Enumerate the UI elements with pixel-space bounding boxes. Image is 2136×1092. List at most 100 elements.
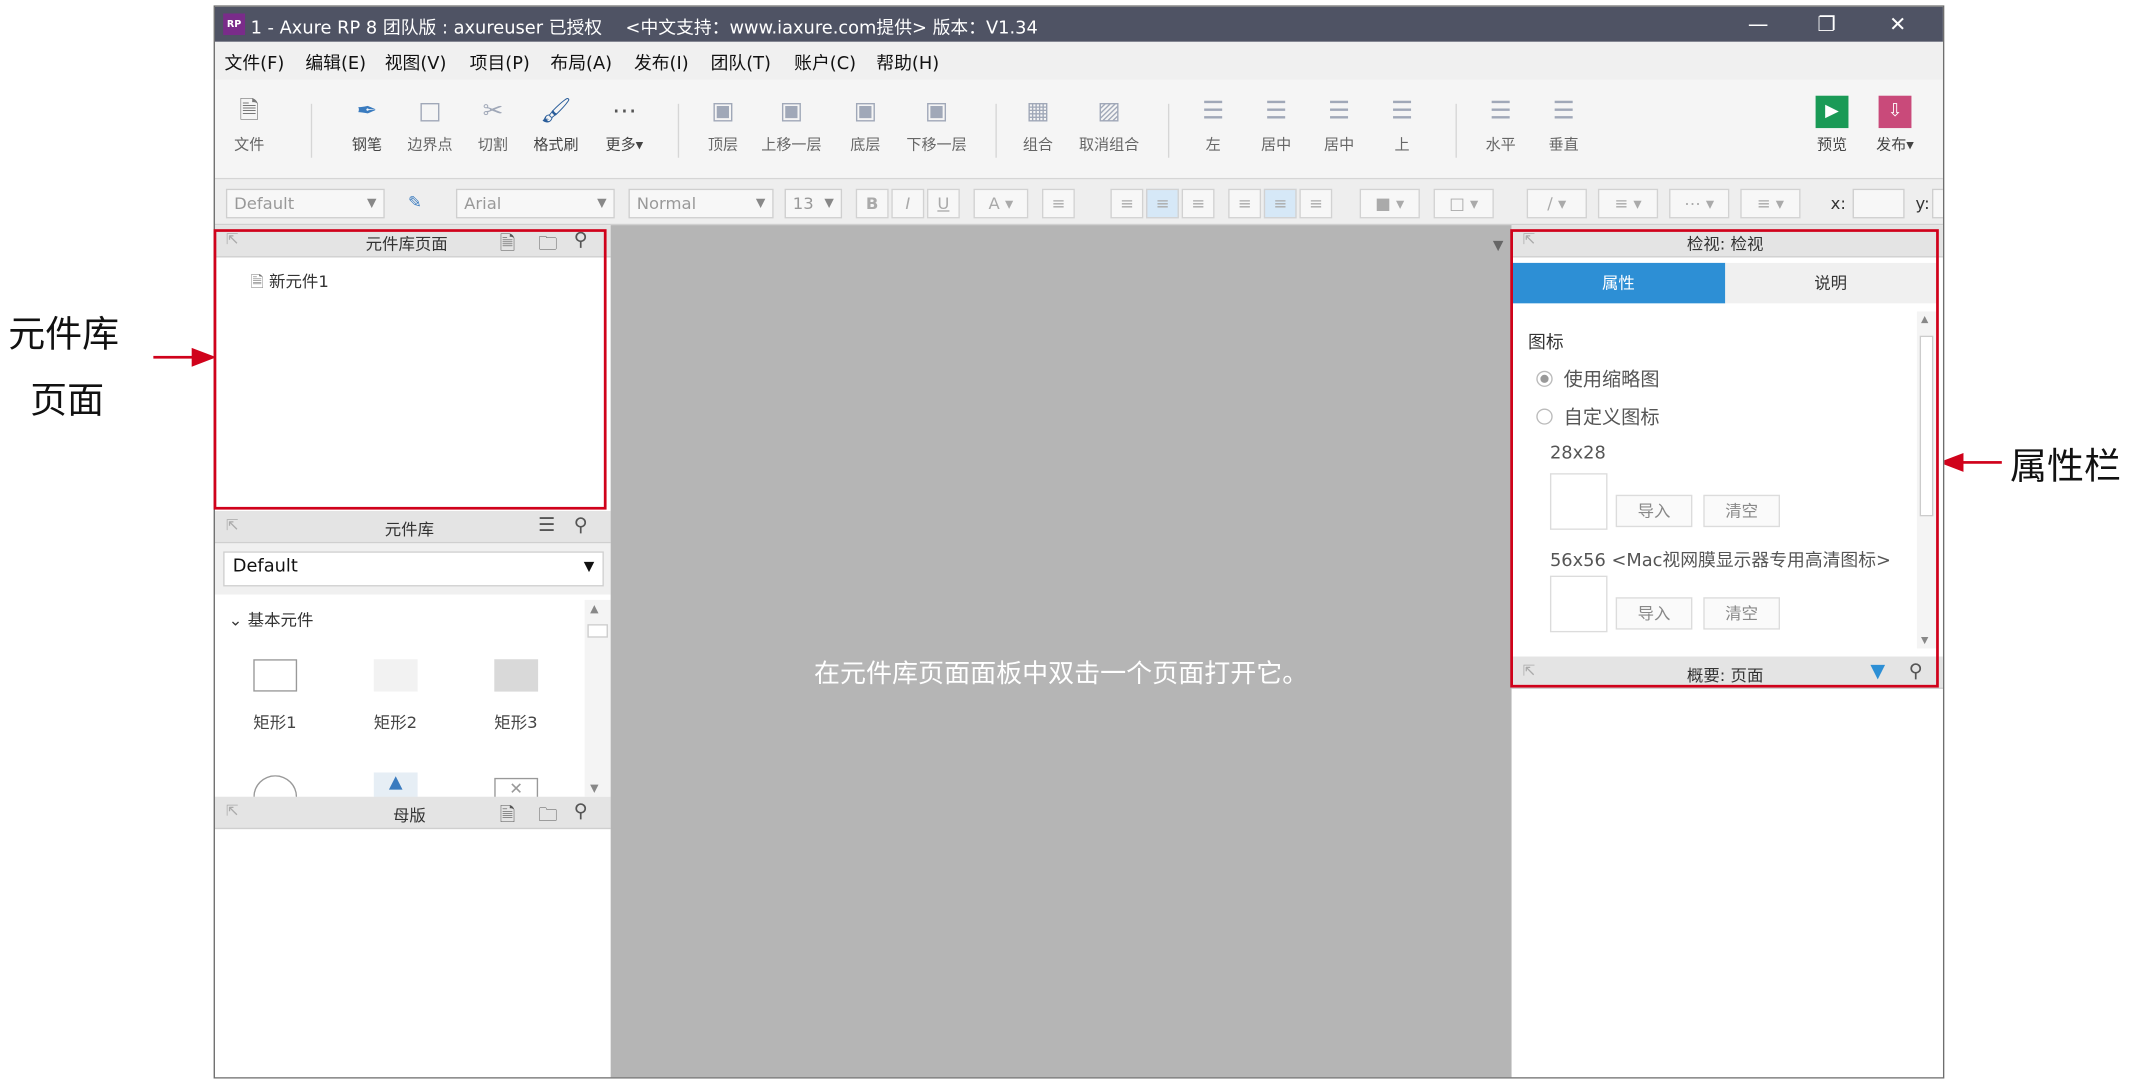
font-color-button[interactable]: A ▾ xyxy=(973,188,1029,219)
library-panel-title: 元件库 xyxy=(384,520,435,540)
restore-icon[interactable]: ❐ xyxy=(1795,8,1858,40)
widget-label: 矩形1 xyxy=(253,713,297,733)
line-width-button[interactable]: ≡ ▾ xyxy=(1597,188,1659,219)
toolbar-separator xyxy=(1455,103,1457,158)
font-weight-select[interactable]: Normal ▼ xyxy=(628,188,774,219)
align-middle-icon: ☰ xyxy=(1328,97,1351,126)
minimize-icon[interactable]: — xyxy=(1727,8,1790,40)
ungroup-icon: ▨ xyxy=(1097,97,1121,126)
x-input[interactable] xyxy=(1852,188,1905,219)
canvas-dropdown-icon[interactable]: ▼ xyxy=(1493,239,1504,254)
menu-lines-icon[interactable]: ☰ xyxy=(538,515,555,537)
bounds-button[interactable]: □ 边界点 xyxy=(398,96,461,177)
annotation-library-pages-line2: 页面 xyxy=(30,380,105,422)
highlight-inspector xyxy=(1510,229,1939,688)
shadow-button[interactable]: □ ▾ xyxy=(1433,188,1494,219)
bold-button[interactable]: B xyxy=(855,188,889,219)
widget-rectangle1[interactable] xyxy=(253,659,298,692)
canvas-empty-message: 在元件库页面面板中双击一个页面打开它。 xyxy=(813,659,1309,689)
title-bar: RP 1 - Axure RP 8 团队版 : axureuser 已授权 <中… xyxy=(214,6,1943,42)
bullet-list-button[interactable]: ≡ xyxy=(1041,188,1075,219)
bring-to-front-button[interactable]: ▣ 顶层 xyxy=(691,96,754,177)
x-label: x: xyxy=(1830,194,1846,214)
add-master-icon[interactable]: 🗎 xyxy=(500,801,515,833)
bring-front-icon: ▣ xyxy=(711,97,735,126)
align-left-button[interactable]: ☰ 左 xyxy=(1182,96,1245,177)
align-middle-button[interactable]: ☰ 居中 xyxy=(1308,96,1371,177)
bring-forward-icon: ▣ xyxy=(779,97,804,126)
menu-view[interactable]: 视图(V) xyxy=(385,49,447,74)
style-select[interactable]: Default ▼ xyxy=(225,188,385,219)
valign-bottom-button[interactable]: ≡ xyxy=(1299,188,1333,219)
align-text-right-button[interactable]: ≡ xyxy=(1181,188,1215,219)
undock-icon[interactable]: ⇱ xyxy=(226,516,239,534)
annotation-properties: 属性栏 xyxy=(2010,446,2121,489)
publish-button[interactable]: ⇩ 发布▾ xyxy=(1864,95,1927,177)
masters-panel-title: 母版 xyxy=(392,806,426,826)
italic-button[interactable]: I xyxy=(891,188,925,219)
menu-bar: 文件(F) 编辑(E) 视图(V) 项目(P) 布局(A) 发布(I) 团队(T… xyxy=(214,41,1943,80)
add-folder-icon[interactable]: 🗀 xyxy=(538,801,557,833)
y-input[interactable] xyxy=(1931,188,1943,219)
menu-publish[interactable]: 发布(I) xyxy=(634,49,689,74)
cut-button[interactable]: ✂ 切割 xyxy=(461,96,524,177)
menu-help[interactable]: 帮助(H) xyxy=(876,49,939,74)
distribute-vertical-button[interactable]: ☰ 垂直 xyxy=(1532,96,1595,177)
more-button[interactable]: ⋯ 更多▾ xyxy=(593,96,656,177)
menu-team[interactable]: 团队(T) xyxy=(711,49,771,74)
brush-icon: 🖌 xyxy=(540,97,572,126)
menu-layout[interactable]: 布局(A) xyxy=(550,49,612,74)
widget-group-header[interactable]: ⌄ 基本元件 xyxy=(229,608,314,631)
menu-edit[interactable]: 编辑(E) xyxy=(305,49,366,74)
library-scrollbar[interactable]: ▲ ▼ xyxy=(584,599,611,797)
font-size-select[interactable]: 13 ▼ xyxy=(784,188,843,219)
style-edit-icon[interactable]: ✎ xyxy=(398,189,431,219)
app-icon: RP xyxy=(223,13,246,36)
undock-icon[interactable]: ⇱ xyxy=(226,802,239,820)
align-text-center-button[interactable]: ≡ xyxy=(1146,188,1179,219)
bring-forward-button[interactable]: ▣ 上移一层 xyxy=(760,96,823,177)
arrow-style-button[interactable]: ≡ ▾ xyxy=(1740,188,1801,219)
toolbar-separator xyxy=(677,103,680,158)
preview-button[interactable]: ▶ 预览 xyxy=(1801,95,1864,177)
file-button[interactable]: 🗎 文件 xyxy=(218,96,281,177)
cut-icon: ✂ xyxy=(482,97,504,126)
widget-rectangle2[interactable] xyxy=(373,659,418,692)
align-center-button[interactable]: ☰ 居中 xyxy=(1245,96,1308,177)
widget-rectangle3[interactable] xyxy=(494,659,539,692)
distribute-vertical-icon: ☰ xyxy=(1552,97,1575,126)
close-icon[interactable]: ✕ xyxy=(1866,8,1929,40)
valign-middle-button[interactable]: ≡ xyxy=(1263,188,1297,219)
menu-account[interactable]: 账户(C) xyxy=(794,49,856,74)
format-painter-button[interactable]: 🖌 格式刷 xyxy=(524,96,587,177)
bounds-icon: □ xyxy=(418,97,442,126)
search-icon[interactable]: ⚲ xyxy=(574,515,588,537)
search-icon[interactable]: ⚲ xyxy=(574,801,588,823)
chevron-down-icon: ▼ xyxy=(583,559,595,575)
menu-file[interactable]: 文件(F) xyxy=(225,49,285,74)
font-select[interactable]: Arial ▼ xyxy=(455,188,615,219)
menu-project[interactable]: 项目(P) xyxy=(470,49,530,74)
annotation-arrow-left xyxy=(153,355,195,359)
library-panel-header: ⇱ 元件库 ☰ ⚲ xyxy=(214,510,611,544)
line-style-button[interactable]: ⋯ ▾ xyxy=(1669,188,1730,219)
widget-label: 矩形2 xyxy=(373,713,418,733)
library-select[interactable]: Default ▼ xyxy=(223,551,604,587)
send-backward-button[interactable]: ▣ 下移一层 xyxy=(905,96,968,177)
line-color-button[interactable]: ∕ ▾ xyxy=(1526,188,1587,219)
align-center-icon: ☰ xyxy=(1265,97,1288,126)
valign-top-button[interactable]: ≡ xyxy=(1228,188,1262,219)
align-text-left-button[interactable]: ≡ xyxy=(1110,188,1144,219)
send-back-icon: ▣ xyxy=(853,97,877,126)
align-top-button[interactable]: ☰ 上 xyxy=(1371,96,1434,177)
group-button[interactable]: ▦ 组合 xyxy=(1006,96,1069,177)
fill-color-button[interactable]: ■ ▾ xyxy=(1359,188,1420,219)
underline-button[interactable]: U xyxy=(926,188,960,219)
highlight-library-pages xyxy=(213,229,607,510)
design-canvas[interactable]: 在元件库页面面板中双击一个页面打开它。 ▼ xyxy=(610,225,1512,1078)
pen-button[interactable]: ✒ 钢笔 xyxy=(335,96,398,177)
send-to-back-button[interactable]: ▣ 底层 xyxy=(834,96,897,177)
distribute-horizontal-button[interactable]: ☰ 水平 xyxy=(1469,96,1532,177)
more-icon: ⋯ xyxy=(612,97,637,126)
ungroup-button[interactable]: ▨ 取消组合 xyxy=(1078,96,1141,177)
